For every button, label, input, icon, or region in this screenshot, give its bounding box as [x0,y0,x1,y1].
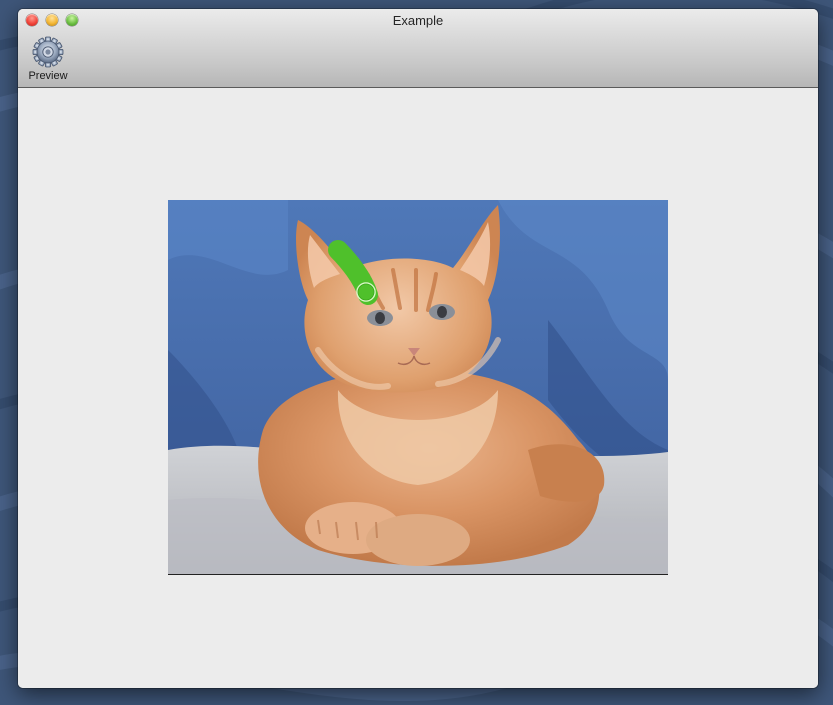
app-window: Example Preview [18,9,818,688]
image-canvas[interactable] [168,200,668,575]
preview-toolbar-button[interactable]: Preview [23,36,73,84]
kitten-photo [168,200,668,574]
window-title: Example [392,13,444,28]
content-area [18,88,818,688]
preview-label: Preview [28,70,68,82]
title-bar[interactable]: Example Preview [18,9,818,88]
gear-icon [32,36,64,68]
